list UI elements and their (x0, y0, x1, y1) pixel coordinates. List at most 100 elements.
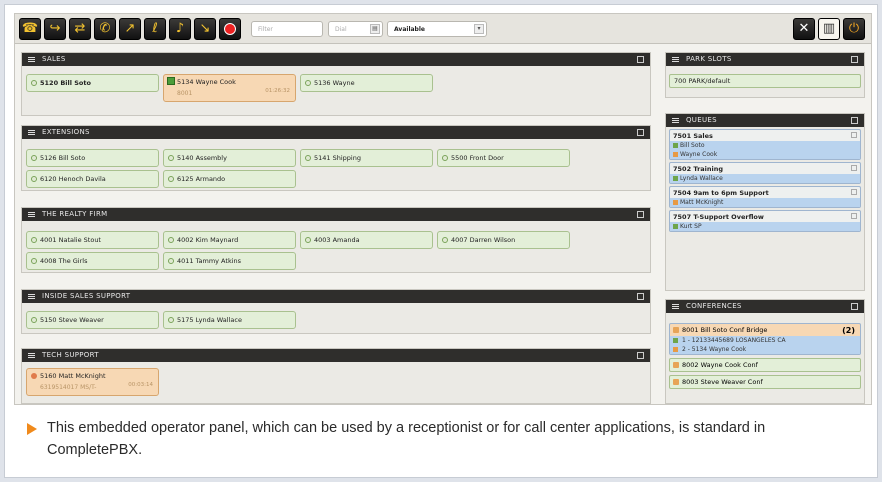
queue-member[interactable]: Lynda Wallace (670, 174, 860, 183)
conference-icon[interactable]: ✆ (94, 18, 116, 40)
minimize-icon[interactable] (851, 56, 858, 63)
group-title: PARK SLOTS (686, 55, 732, 63)
pickup-icon[interactable]: ↗ (119, 18, 141, 40)
status-value: Available (394, 26, 425, 33)
extension-button[interactable]: 4011 Tammy Atkins (163, 252, 296, 270)
extension-button[interactable]: 4001 Natalie Stout (26, 231, 159, 249)
minimize-icon[interactable] (637, 129, 644, 136)
extension-button[interactable]: 5120 Bill Soto (26, 74, 159, 92)
minimize-icon[interactable] (637, 352, 644, 359)
dial-input[interactable]: Dial ▤ (328, 21, 383, 37)
extension-label: 4002 Kim Maynard (177, 236, 239, 244)
queue-minimize-icon[interactable] (851, 189, 857, 195)
minimize-icon[interactable] (637, 293, 644, 300)
status-dot-icon (31, 176, 37, 182)
queue-item[interactable]: 7502 Training Lynda Wallace (669, 162, 861, 184)
group-sales: SALES 5120 Bill Soto 5134 Wayne Cook 8001… (21, 52, 651, 116)
minimize-icon[interactable] (851, 117, 858, 124)
record-icon[interactable] (219, 18, 241, 40)
menu-icon[interactable] (672, 118, 679, 123)
menu-icon[interactable] (28, 294, 35, 299)
minimize-icon[interactable] (637, 211, 644, 218)
extension-button[interactable]: 5126 Bill Soto (26, 149, 159, 167)
status-dot-icon (31, 317, 37, 323)
menu-icon[interactable] (672, 57, 679, 62)
queue-member[interactable]: Kurt SP (670, 222, 860, 231)
conference-member[interactable]: 2 - 5134 Wayne Cook (670, 345, 860, 354)
group-extensions: EXTENSIONS 5126 Bill Soto 5140 Assembly … (21, 125, 651, 191)
minimize-icon[interactable] (637, 56, 644, 63)
extension-button[interactable]: 5141 Shipping (300, 149, 433, 167)
extension-label: 6125 Armando (177, 175, 226, 183)
extension-button[interactable]: 4007 Darren Wilson (437, 231, 570, 249)
minimize-icon[interactable] (851, 303, 858, 310)
menu-icon[interactable] (28, 130, 35, 135)
extension-button[interactable]: 5150 Steve Weaver (26, 311, 159, 329)
extension-button[interactable]: 6120 Henoch Davila (26, 170, 159, 188)
extension-button[interactable]: 5140 Assembly (163, 149, 296, 167)
status-select[interactable]: Available ▾ (387, 21, 487, 37)
menu-icon[interactable] (28, 57, 35, 62)
menu-icon[interactable] (672, 304, 679, 309)
menu-icon[interactable] (28, 212, 35, 217)
extension-button[interactable]: 4008 The Girls (26, 252, 159, 270)
filter-placeholder: Filter (258, 26, 273, 33)
park-slot[interactable]: 700 PARK/default (669, 74, 861, 88)
conference-item[interactable]: 8003 Steve Weaver Conf (669, 375, 861, 389)
conference-item-active[interactable]: 8001 Bill Soto Conf Bridge (2) 1 - 12133… (669, 323, 861, 355)
extension-button[interactable]: 6125 Armando (163, 170, 296, 188)
extension-button[interactable]: 4003 Amanda (300, 231, 433, 249)
conference-member[interactable]: 1 - 12133445689 LOSANGELES CA (670, 336, 860, 345)
extension-label: 5126 Bill Soto (40, 154, 86, 162)
queue-item[interactable]: 7501 Sales Bill Soto Wayne Cook (669, 129, 861, 160)
phone-icon[interactable]: ☎ (19, 18, 41, 40)
conference-item[interactable]: 8002 Wayne Cook Conf (669, 358, 861, 372)
extension-label: 5150 Steve Weaver (40, 316, 104, 324)
extension-label: 6120 Henoch Davila (40, 175, 106, 183)
listen-icon[interactable]: ℓ (144, 18, 166, 40)
status-dot-icon (168, 237, 174, 243)
tools-icon[interactable]: ✕ (793, 18, 815, 40)
status-dot-icon (31, 155, 37, 161)
queue-member[interactable]: Bill Soto (670, 141, 860, 150)
status-dot-icon (31, 237, 37, 243)
power-icon[interactable]: ⏻ (843, 18, 865, 40)
status-dot-icon (305, 237, 311, 243)
group-title: THE REALTY FIRM (42, 210, 108, 218)
layout-icon[interactable]: ▥ (818, 18, 840, 40)
menu-icon[interactable] (28, 353, 35, 358)
dial-placeholder: Dial (335, 26, 347, 33)
extension-label: 5134 Wayne Cook (177, 78, 236, 86)
transfer-icon[interactable]: ↪ (44, 18, 66, 40)
status-dot-icon (305, 80, 311, 86)
barge-icon[interactable]: ↘ (194, 18, 216, 40)
group-header: SALES (22, 53, 650, 66)
extension-button[interactable]: 5175 Lynda Wallace (163, 311, 296, 329)
ringing-icon (31, 373, 37, 379)
extension-button-busy[interactable]: 5160 Matt McKnight 6319514017 MS/T- 00:03:… (26, 368, 159, 396)
queue-name: 7502 Training (673, 165, 724, 173)
extension-label: 4008 The Girls (40, 257, 88, 265)
extension-label: 4007 Darren Wilson (451, 236, 516, 244)
queue-item[interactable]: 7504 9am to 6pm Support Matt McKnight (669, 186, 861, 208)
queue-name: 7504 9am to 6pm Support (673, 189, 769, 197)
queue-minimize-icon[interactable] (851, 213, 857, 219)
queue-item[interactable]: 7507 T-Support Overflow Kurt SP (669, 210, 861, 232)
whisper-icon[interactable]: ♪ (169, 18, 191, 40)
extension-label: 5160 Matt McKnight (40, 372, 106, 380)
chevron-down-icon[interactable]: ▾ (474, 24, 484, 34)
queue-minimize-icon[interactable] (851, 132, 857, 138)
queue-member[interactable]: Matt McKnight (670, 198, 860, 207)
caption-arrow-icon (27, 423, 37, 435)
extension-label: 5141 Shipping (314, 154, 361, 162)
conference-name: 8001 Bill Soto Conf Bridge (670, 324, 860, 336)
queue-member[interactable]: Wayne Cook (670, 150, 860, 159)
filter-input[interactable]: Filter (251, 21, 323, 37)
extension-button-busy[interactable]: 5134 Wayne Cook 8001 01:26:32 (163, 74, 296, 102)
attended-transfer-icon[interactable]: ⇄ (69, 18, 91, 40)
extension-button[interactable]: 5136 Wayne (300, 74, 433, 92)
extension-button[interactable]: 4002 Kim Maynard (163, 231, 296, 249)
extension-button[interactable]: 5500 Front Door (437, 149, 570, 167)
queue-minimize-icon[interactable] (851, 165, 857, 171)
dial-dropdown-icon[interactable]: ▤ (370, 24, 380, 34)
